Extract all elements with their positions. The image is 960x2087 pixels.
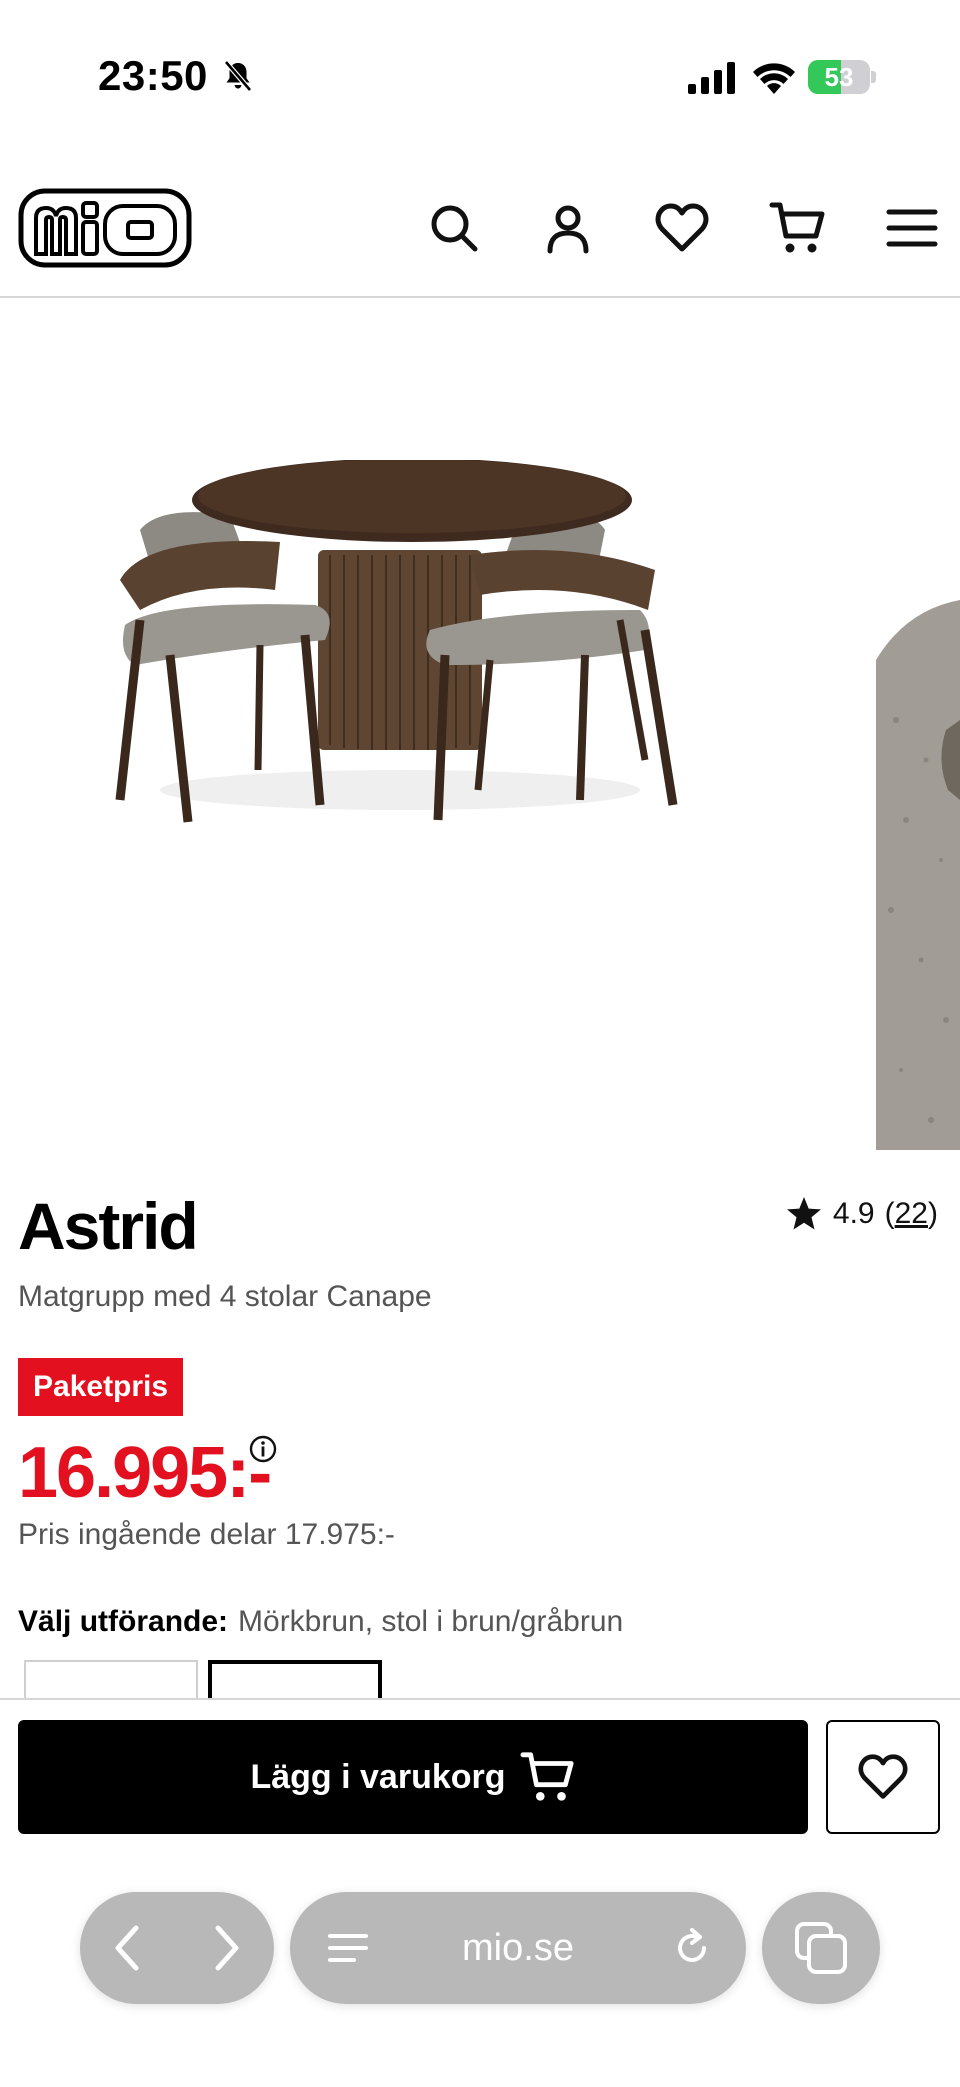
bell-slash-icon (224, 60, 252, 92)
rating-value: 4.9 (832, 1197, 875, 1230)
star-icon (786, 1197, 821, 1230)
forward-icon[interactable] (200, 1922, 252, 1974)
cellular-signal-icon (688, 62, 735, 94)
battery-charging-icon: 53 (808, 60, 876, 94)
variant-label: Välj utförande: (18, 1605, 229, 1638)
add-to-cart-label: Lägg i varukorg (250, 1757, 506, 1796)
wifi-icon (753, 63, 795, 94)
package-price-badge: Paketpris (18, 1358, 184, 1416)
search-icon[interactable] (424, 198, 484, 258)
cart-icon (520, 1752, 574, 1801)
heart-icon (858, 1754, 908, 1799)
info-icon[interactable] (248, 1434, 278, 1464)
add-to-cart-button[interactable]: Lägg i varukorg (18, 1720, 808, 1834)
product-subtitle: Matgrupp med 4 stolar Canape (18, 1280, 432, 1313)
cart-icon[interactable] (768, 198, 828, 258)
sticky-action-bar: Lägg i varukorg (0, 1698, 960, 1846)
product-image-carousel[interactable] (0, 300, 960, 1150)
battery-percent: 53 (824, 62, 854, 92)
site-header (0, 180, 960, 298)
variant-value: Mörkbrun, stol i brun/gråbrun (238, 1605, 624, 1638)
product-image (115, 460, 678, 823)
variant-swatch-selected[interactable] (208, 1660, 382, 1700)
menu-icon[interactable] (882, 198, 942, 258)
rating-paren-open: ( (884, 1197, 895, 1230)
address-bar[interactable]: mio.se (290, 1892, 746, 2004)
product-title: Astrid (18, 1189, 199, 1263)
status-time: 23:50 (98, 52, 208, 99)
browser-nav-group (80, 1892, 274, 2004)
review-count-link[interactable]: 22 (895, 1197, 928, 1231)
tabs-icon (795, 1922, 847, 1974)
mio-logo[interactable] (18, 188, 192, 268)
product-rating[interactable]: 4.9 ( 22 ) (785, 1195, 938, 1233)
rating-paren-close: ) (928, 1197, 938, 1230)
status-bar: 23:50 53 (0, 0, 960, 150)
tabs-button[interactable] (762, 1892, 880, 2004)
add-to-wishlist-button[interactable] (826, 1720, 940, 1834)
account-icon[interactable] (538, 198, 598, 258)
variant-swatch[interactable] (24, 1660, 198, 1700)
reload-icon[interactable] (670, 1926, 714, 1970)
parts-price-text: Pris ingående delar 17.975:- (18, 1518, 395, 1551)
next-product-image-preview[interactable] (876, 600, 960, 1150)
product-price: 16.995:- (18, 1433, 272, 1513)
heart-icon[interactable] (652, 198, 712, 258)
browser-toolbar: mio.se (0, 1846, 960, 2087)
variant-selector: Välj utförande: Mörkbrun, stol i brun/grå… (18, 1605, 623, 1639)
back-icon[interactable] (102, 1922, 154, 1974)
